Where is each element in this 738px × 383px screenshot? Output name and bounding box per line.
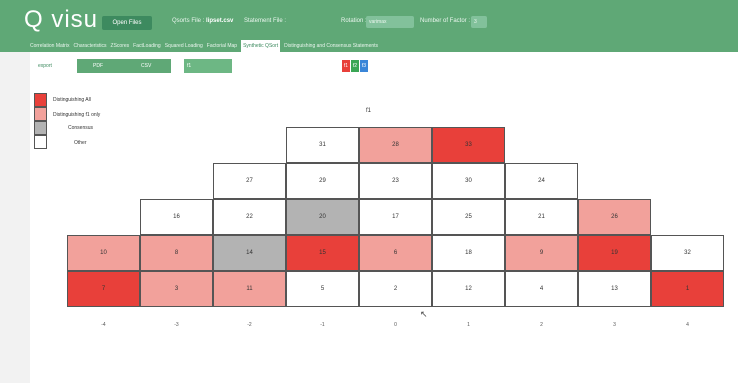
qsort-cell-15[interactable]: 15 xyxy=(286,235,359,271)
qsort-cell-4[interactable]: 4 xyxy=(505,271,578,307)
x-tick-label: 4 xyxy=(686,322,689,328)
qsort-cell-20[interactable]: 20 xyxy=(286,199,359,235)
qsort-cell-19[interactable]: 19 xyxy=(578,235,651,271)
tab-distinguishing-consensus[interactable]: Distinguishing and Consensus Statements xyxy=(284,40,378,52)
qsort-cell-14[interactable]: 14 xyxy=(213,235,286,271)
app-header: Q visu Open Files Qsorts File : lipset.c… xyxy=(0,0,738,52)
legend-swatch-distinguishing-all xyxy=(34,93,47,107)
qsort-cell-32[interactable]: 32 xyxy=(651,235,724,271)
export-label: export xyxy=(38,63,52,69)
x-tick-label: 3 xyxy=(613,322,616,328)
qsort-cell-1[interactable]: 1 xyxy=(651,271,724,307)
qsort-cell-16[interactable]: 16 xyxy=(140,199,213,235)
tab-zscores[interactable]: ZScores xyxy=(111,40,130,52)
qsort-cell-24[interactable]: 24 xyxy=(505,163,578,199)
qsort-cell-30[interactable]: 30 xyxy=(432,163,505,199)
qsort-cell-6[interactable]: 6 xyxy=(359,235,432,271)
qsort-cell-28[interactable]: 28 xyxy=(359,127,432,163)
qsort-cell-13[interactable]: 13 xyxy=(578,271,651,307)
qsort-cell-12[interactable]: 12 xyxy=(432,271,505,307)
qsort-cell-10[interactable]: 10 xyxy=(67,235,140,271)
statement-file-label[interactable]: Statement File : xyxy=(244,18,286,24)
legend-swatch-distinguishing-f1 xyxy=(34,107,47,121)
qsort-cell-27[interactable]: 27 xyxy=(213,163,286,199)
x-tick-label: -2 xyxy=(247,322,252,328)
qsort-cell-2[interactable]: 2 xyxy=(359,271,432,307)
qsort-cell-29[interactable]: 29 xyxy=(286,163,359,199)
x-tick-label: -3 xyxy=(174,322,179,328)
mouse-cursor-icon: ↖ xyxy=(420,309,428,319)
factor-chip-f1[interactable]: f1 xyxy=(342,60,350,72)
x-tick-label: -1 xyxy=(320,322,325,328)
legend-label-distinguishing-all: Distinguishing All xyxy=(53,97,91,103)
x-tick-label: 1 xyxy=(467,322,470,328)
tab-factorial-map[interactable]: Factorial Map xyxy=(207,40,237,52)
qsort-cell-25[interactable]: 25 xyxy=(432,199,505,235)
qsort-cell-17[interactable]: 17 xyxy=(359,199,432,235)
tab-squared-loading[interactable]: Squared Loading xyxy=(165,40,203,52)
legend-swatch-other xyxy=(34,135,47,149)
qsort-cell-33[interactable]: 33 xyxy=(432,127,505,163)
qsort-cell-22[interactable]: 22 xyxy=(213,199,286,235)
qsort-cell-23[interactable]: 23 xyxy=(359,163,432,199)
factor-chip-f2[interactable]: f2 xyxy=(351,60,359,72)
csv-button[interactable]: CSV xyxy=(131,59,171,73)
qsort-cell-9[interactable]: 9 xyxy=(505,235,578,271)
tab-correlation-matrix[interactable]: Correlation Matrix xyxy=(30,40,69,52)
qsort-cell-3[interactable]: 3 xyxy=(140,271,213,307)
qsorts-file-value: lipset.csv xyxy=(206,18,234,24)
qsort-cell-11[interactable]: 11 xyxy=(213,271,286,307)
factor-chip-f3[interactable]: f3 xyxy=(360,60,368,72)
qsort-cell-21[interactable]: 21 xyxy=(505,199,578,235)
factors-label: Number of Factor : xyxy=(420,18,471,24)
qsorts-file-label: Qsorts File : lipset.csv xyxy=(172,18,233,24)
rotation-select[interactable]: varimax xyxy=(366,16,414,28)
legend-label-consensus: Consensus xyxy=(68,125,94,131)
app-window: Q visu Open Files Qsorts File : lipset.c… xyxy=(0,0,738,383)
tab-bar: Correlation Matrix Characteristics ZScor… xyxy=(30,40,382,52)
tab-characteristics[interactable]: Characteristics xyxy=(73,40,106,52)
x-tick-label: 2 xyxy=(540,322,543,328)
qsort-cell-18[interactable]: 18 xyxy=(432,235,505,271)
legend-swatch-consensus xyxy=(34,121,47,135)
x-tick-label: -4 xyxy=(101,322,106,328)
tab-factloading[interactable]: FactLoading xyxy=(133,40,161,52)
rotation-label: Rotation : xyxy=(341,18,367,24)
left-margin xyxy=(0,52,30,383)
app-title: Q visu xyxy=(24,6,99,33)
legend-label-other: Other xyxy=(74,140,87,146)
legend-label-distinguishing-f1: Distinguishing f1 only xyxy=(53,112,101,118)
qsort-cell-5[interactable]: 5 xyxy=(286,271,359,307)
pdf-button[interactable]: PDF xyxy=(77,59,131,73)
factors-input[interactable]: 3 xyxy=(471,16,487,28)
qsort-title: f1 xyxy=(366,108,372,114)
qsorts-label-text: Qsorts File : xyxy=(172,18,205,24)
factor-field-input[interactable]: f1 xyxy=(184,59,232,73)
qsort-cell-7[interactable]: 7 xyxy=(67,271,140,307)
tab-synthetic-qsort[interactable]: Synthetic QSort xyxy=(241,40,281,52)
qsort-cell-8[interactable]: 8 xyxy=(140,235,213,271)
open-files-button[interactable]: Open Files xyxy=(102,16,152,30)
qsort-cell-26[interactable]: 26 xyxy=(578,199,651,235)
x-tick-label: 0 xyxy=(394,322,397,328)
qsort-cell-31[interactable]: 31 xyxy=(286,127,359,163)
